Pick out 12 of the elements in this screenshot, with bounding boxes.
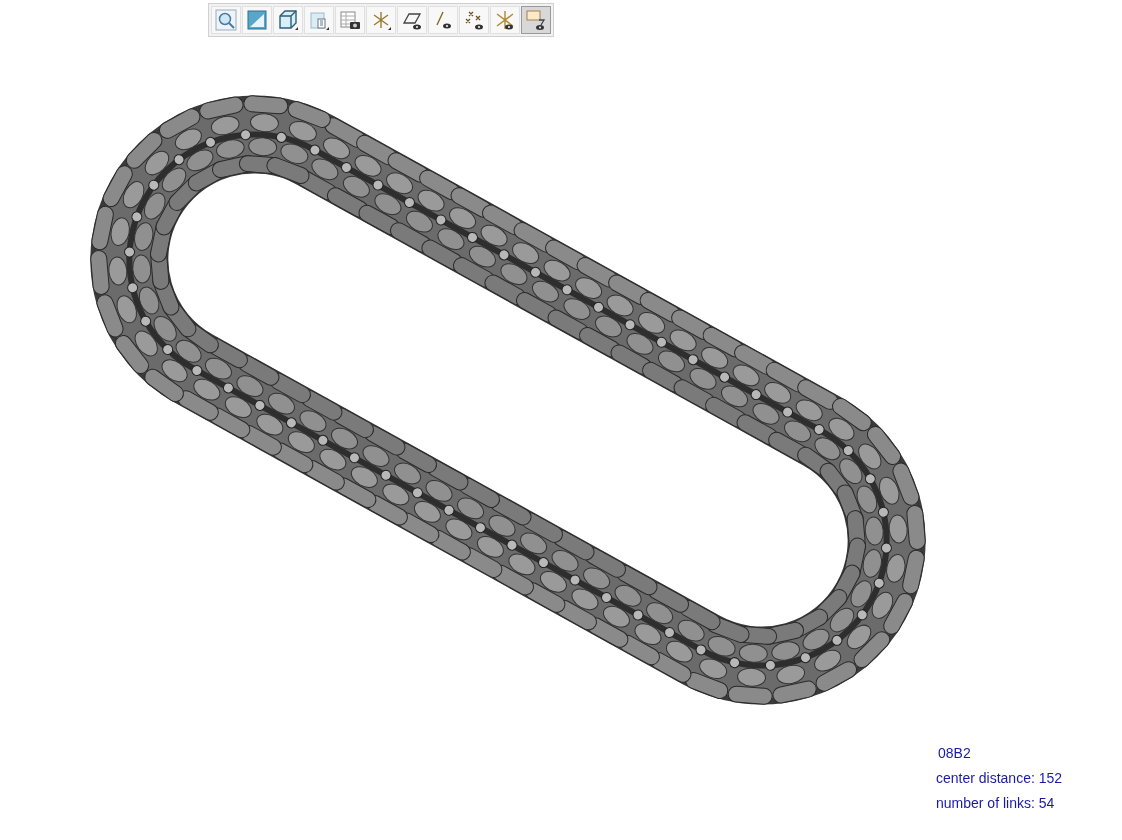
zoom-icon xyxy=(215,9,237,31)
center-distance-label: center distance: 152 xyxy=(936,770,1063,786)
link-count-label: number of links: 54 xyxy=(936,795,1056,811)
shade-icon xyxy=(246,9,268,31)
axes-eye-icon xyxy=(494,9,516,31)
toolbar-button[interactable] xyxy=(521,6,551,34)
cube-icon xyxy=(277,9,299,31)
sheet-icon xyxy=(308,9,330,31)
chain-designation: 08B2 xyxy=(937,745,972,761)
snapshot-icon xyxy=(339,9,361,31)
points-eye-icon xyxy=(463,9,485,31)
frame-eye-icon xyxy=(525,9,547,31)
